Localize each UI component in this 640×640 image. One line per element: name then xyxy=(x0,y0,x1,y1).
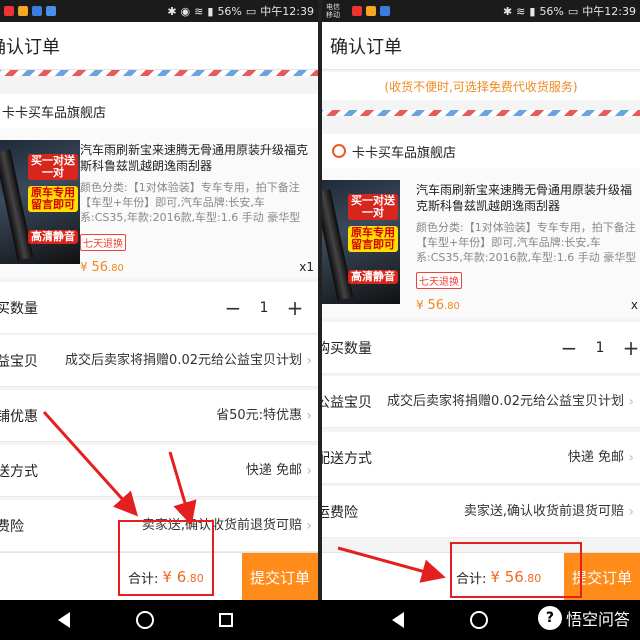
watermark: ? 悟空问答 xyxy=(537,606,630,630)
left-screenshot: ✱ ◉ ≋ ▮ 56% ▭ 中午12:39 确认订单 卡卡买车品旗舰店 买一对送… xyxy=(0,0,318,600)
right-screenshot: 电信 移动 ✱ ≋ ▮ 56% ▭ 中午12:39 确认订单 (收货不便时,可选… xyxy=(322,0,640,600)
annotation-arrows xyxy=(42,410,197,526)
annotation-arrow xyxy=(42,410,139,517)
annotation-arrows xyxy=(337,546,446,583)
home-icon[interactable] xyxy=(133,608,157,632)
annotation-arrow xyxy=(337,546,446,583)
recent-apps-icon[interactable] xyxy=(214,608,238,632)
wukong-logo-icon: ? xyxy=(537,606,562,630)
annotation-arrow xyxy=(168,451,197,526)
home-icon[interactable] xyxy=(467,608,491,632)
back-icon[interactable] xyxy=(386,608,410,632)
watermark-text: 悟空问答 xyxy=(565,610,630,629)
back-icon[interactable] xyxy=(52,608,76,632)
